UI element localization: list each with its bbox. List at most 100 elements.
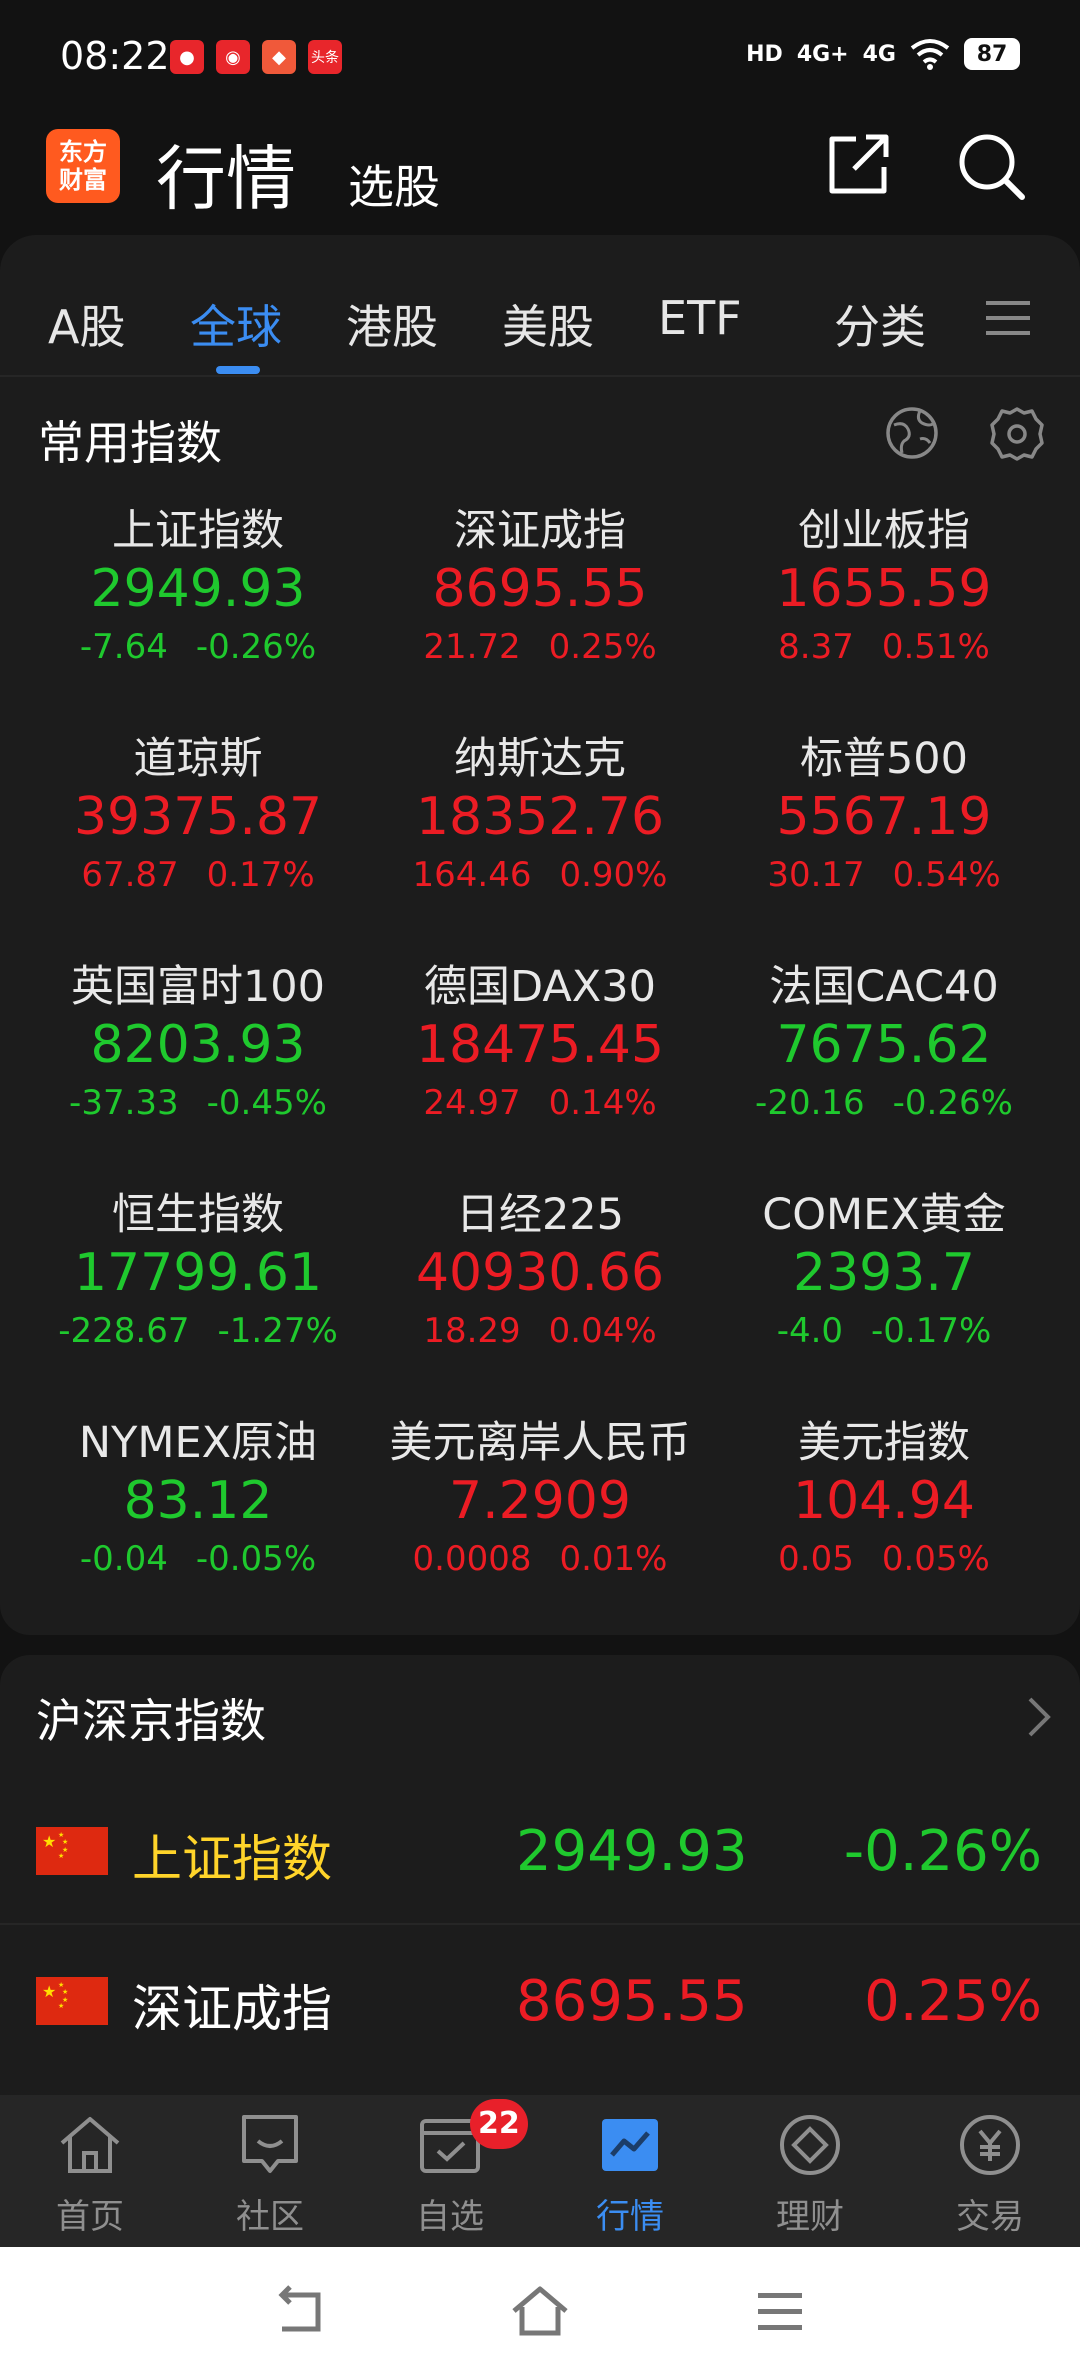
- nav-home[interactable]: 首页: [0, 2095, 180, 2247]
- app-logo: 东方财富: [46, 129, 120, 203]
- index-card[interactable]: 标普500 5567.19 30.17 0.54%: [712, 731, 1056, 959]
- tab-a-shares[interactable]: A股: [48, 291, 125, 357]
- index-change-value: 0.0008: [412, 1539, 532, 1579]
- market-card: A股 全球 港股 美股 ETF 分类 常用指数 上证指数2949.93-7.: [0, 235, 1080, 1635]
- index-change-value: 8.37: [778, 627, 854, 667]
- index-change: -37.33 -0.45%: [26, 1081, 370, 1125]
- index-card[interactable]: 创业板指 1655.59 8.37 0.51%: [712, 503, 1056, 731]
- index-card[interactable]: 德国DAX30 18475.45 24.97 0.14%: [368, 959, 712, 1187]
- index-card[interactable]: 美元离岸人民币 7.2909 0.0008 0.01%: [368, 1415, 712, 1643]
- index-price: 104.94: [793, 1471, 975, 1531]
- chevron-right-icon[interactable]: [1024, 1695, 1054, 1739]
- status-bar: 08:22 ● ◉ ◆ 头条 HD 4G+ 4G 87: [0, 0, 1080, 115]
- row-index-name: 深证成指: [132, 1980, 332, 2038]
- index-change-value: 21.72: [423, 627, 521, 667]
- status-indicators: HD 4G+ 4G 87: [746, 38, 1020, 70]
- index-card[interactable]: 美元指数 104.94 0.05 0.05%: [712, 1415, 1056, 1643]
- index-change: 164.46 0.90%: [368, 853, 712, 897]
- index-card[interactable]: 法国CAC40 7675.62 -20.16 -0.26%: [712, 959, 1056, 1187]
- index-change-pct: 0.05%: [881, 1539, 990, 1579]
- index-card[interactable]: 日经225 40930.66 18.29 0.04%: [368, 1187, 712, 1415]
- index-card[interactable]: 恒生指数 17799.61 -228.67 -1.27%: [26, 1187, 370, 1415]
- list-item-sse[interactable]: ★ ★ ★ ★ ★ 上证指数 2949.93 -0.26%: [0, 1775, 1080, 1925]
- index-change-value: 24.97: [423, 1083, 521, 1123]
- stock-picker-button[interactable]: 选股: [348, 151, 440, 217]
- tab-etf[interactable]: ETF: [658, 291, 742, 345]
- battery-indicator: 87: [964, 38, 1020, 70]
- tab-global[interactable]: 全球: [190, 291, 282, 357]
- index-change-pct: -0.45%: [206, 1083, 327, 1123]
- shsz-index-title[interactable]: 沪深京指数: [36, 1685, 266, 1751]
- index-change-pct: 0.17%: [206, 855, 315, 895]
- index-change: -20.16 -0.26%: [712, 1081, 1056, 1125]
- bottom-nav: 首页 社区 22 自选 行情 理财 交易: [0, 2095, 1080, 2247]
- gear-icon[interactable]: [988, 405, 1046, 463]
- app-root: 08:22 ● ◉ ◆ 头条 HD 4G+ 4G 87 东方财富 行情 选股 A…: [0, 0, 1080, 2376]
- index-name: 纳斯达克: [454, 734, 626, 784]
- index-name: 标普500: [799, 734, 969, 784]
- svg-text:★: ★: [62, 1838, 68, 1846]
- index-change: -228.67 -1.27%: [26, 1309, 370, 1353]
- tab-hk-stocks[interactable]: 港股: [346, 291, 438, 357]
- index-change-value: -228.67: [58, 1311, 190, 1351]
- back-icon[interactable]: [268, 2279, 332, 2343]
- index-change: 8.37 0.51%: [712, 625, 1056, 669]
- nav-community[interactable]: 社区: [180, 2095, 360, 2247]
- index-name: 创业板指: [798, 506, 970, 556]
- index-card[interactable]: 深证成指 8695.55 21.72 0.25%: [368, 503, 712, 731]
- share-icon[interactable]: [826, 133, 890, 197]
- index-card[interactable]: NYMEX原油 83.12 -0.04 -0.05%: [26, 1415, 370, 1643]
- index-price: 17799.61: [73, 1243, 323, 1303]
- index-price: 8203.93: [90, 1015, 306, 1075]
- list-item-szse[interactable]: ★ ★ ★ ★ ★ 深证成指 8695.55 0.25%: [0, 1925, 1080, 2075]
- index-change-value: -4.0: [776, 1311, 844, 1351]
- svg-text:★: ★: [62, 1988, 68, 1996]
- index-change-value: 30.17: [767, 855, 865, 895]
- index-change-pct: 0.54%: [892, 855, 1001, 895]
- index-card[interactable]: 道琼斯 39375.87 67.87 0.17%: [26, 731, 370, 959]
- index-change: -0.04 -0.05%: [26, 1537, 370, 1581]
- active-tab-indicator: [216, 366, 260, 374]
- trade-icon: [960, 2115, 1020, 2175]
- search-icon[interactable]: [956, 131, 1026, 201]
- index-card[interactable]: 上证指数 2949.93 -7.64 -0.26%: [26, 503, 370, 731]
- index-price: 2949.93: [90, 559, 306, 619]
- home-nav-icon[interactable]: [508, 2279, 572, 2343]
- tab-us-stocks[interactable]: 美股: [502, 291, 594, 357]
- index-name: 深证成指: [454, 506, 626, 556]
- index-change: 67.87 0.17%: [26, 853, 370, 897]
- index-price: 8695.55: [432, 559, 648, 619]
- index-card[interactable]: COMEX黄金 2393.7 -4.0 -0.17%: [712, 1187, 1056, 1415]
- nav-wealth[interactable]: 理财: [720, 2095, 900, 2247]
- menu-icon[interactable]: [986, 299, 1030, 337]
- index-name: 美元离岸人民币: [389, 1418, 691, 1468]
- index-price: 18475.45: [415, 1015, 665, 1075]
- common-index-title: 常用指数: [38, 416, 222, 470]
- index-change: -4.0 -0.17%: [712, 1309, 1056, 1353]
- index-change-pct: -1.27%: [217, 1311, 338, 1351]
- nav-trade[interactable]: 交易: [900, 2095, 1080, 2247]
- globe-icon[interactable]: [884, 405, 940, 461]
- index-change-value: 18.29: [423, 1311, 521, 1351]
- nav-market[interactable]: 行情: [540, 2095, 720, 2247]
- index-price: 1655.59: [776, 559, 992, 619]
- row-index-pct: 0.25%: [864, 1969, 1042, 2034]
- system-nav-bar: [0, 2247, 1080, 2376]
- recents-menu-icon[interactable]: [748, 2279, 812, 2343]
- index-price: 18352.76: [415, 787, 665, 847]
- wifi-icon: [910, 39, 950, 70]
- svg-text:★: ★: [58, 2002, 64, 2010]
- app-notif-icon-1: ●: [170, 40, 204, 74]
- index-card[interactable]: 英国富时100 8203.93 -37.33 -0.45%: [26, 959, 370, 1187]
- index-price: 39375.87: [73, 787, 323, 847]
- tab-category[interactable]: 分类: [834, 291, 926, 357]
- svg-text:★: ★: [58, 1852, 64, 1860]
- row-index-name: 上证指数: [132, 1830, 332, 1888]
- index-name: 上证指数: [112, 506, 284, 556]
- index-change-value: 164.46: [412, 855, 532, 895]
- index-card[interactable]: 纳斯达克 18352.76 164.46 0.90%: [368, 731, 712, 959]
- row-index-pct: -0.26%: [843, 1819, 1042, 1884]
- china-flag-icon: ★ ★ ★ ★ ★: [36, 1827, 108, 1875]
- nav-watchlist[interactable]: 22 自选: [360, 2095, 540, 2247]
- index-change-pct: 0.25%: [548, 627, 657, 667]
